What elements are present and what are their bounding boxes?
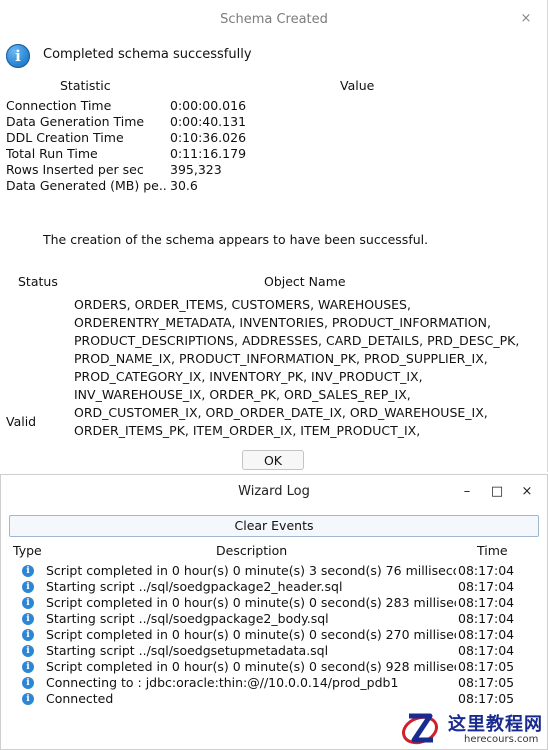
event-time: 08:17:04 [458, 611, 515, 626]
object-name-header: Object Name [264, 274, 346, 289]
stat-row: DDL Creation Time 0:10:36.026 [6, 130, 246, 146]
maximize-icon[interactable]: □ [489, 484, 505, 500]
stat-value: 0:00:00.016 [170, 98, 247, 113]
info-icon: i [22, 693, 34, 705]
object-name-line: ORDERENTRY_METADATA, INVENTORIES, PRODUC… [74, 315, 491, 330]
list-item[interactable]: i Connecting to : jdbc:oracle:thin:@//10… [9, 675, 539, 691]
stat-row: Data Generation Time 0:00:40.131 [6, 114, 246, 130]
stat-name: Connection Time [6, 98, 112, 113]
info-icon: i [22, 597, 34, 609]
list-item[interactable]: i Script completed in 0 hour(s) 0 minute… [9, 627, 539, 643]
statistic-header: Statistic [60, 78, 111, 93]
event-time: 08:17:05 [458, 675, 515, 690]
watermark-title: 这里教程网 [448, 714, 543, 735]
info-icon: i [22, 629, 34, 641]
status-header: Status [18, 274, 58, 289]
event-time: 08:17:04 [458, 627, 515, 642]
event-time: 08:17:04 [458, 643, 515, 658]
stat-row: Connection Time 0:00:00.016 [6, 98, 246, 114]
event-description: Starting script ../sql/soedgsetupmetadat… [46, 643, 329, 658]
info-icon: i [22, 677, 34, 689]
list-item[interactable]: i Script completed in 0 hour(s) 0 minute… [9, 659, 539, 675]
object-name-line: PROD_NAME_IX, PRODUCT_INFORMATION_PK, PR… [74, 351, 488, 366]
type-column-header[interactable]: Type [13, 543, 42, 558]
clear-events-button[interactable]: Clear Events [9, 515, 539, 537]
info-icon: i [22, 581, 34, 593]
event-time: 08:17:05 [458, 659, 515, 674]
stat-row: Rows Inserted per sec 395,323 [6, 162, 246, 178]
object-name-line: ORD_CUSTOMER_IX, ORD_ORDER_DATE_IX, ORD_… [74, 405, 488, 420]
stat-value: 0:10:36.026 [170, 130, 247, 145]
description-column-header[interactable]: Description [216, 543, 287, 558]
event-description: Connecting to : jdbc:oracle:thin:@//10.0… [46, 675, 399, 690]
event-description: Script completed in 0 hour(s) 0 minute(s… [46, 627, 456, 642]
time-column-header[interactable]: Time [477, 543, 508, 558]
info-icon: i [22, 613, 34, 625]
success-message: The creation of the schema appears to ha… [43, 232, 429, 247]
minimize-icon[interactable]: – [459, 484, 475, 500]
list-item[interactable]: i Starting script ../sql/soedgsetupmetad… [9, 643, 539, 659]
list-item[interactable]: i Starting script ../sql/soedgpackage2_h… [9, 579, 539, 595]
event-description: Script completed in 0 hour(s) 0 minute(s… [46, 659, 456, 674]
value-header: Value [340, 78, 375, 93]
close-icon[interactable]: × [519, 484, 535, 500]
list-item[interactable]: i Script completed in 0 hour(s) 0 minute… [9, 563, 539, 579]
event-description: Starting script ../sql/soedgpackage2_bod… [46, 611, 329, 626]
info-icon: i [22, 661, 34, 673]
stat-row: Data Generated (MB) pe... 30.6 [6, 178, 246, 194]
stat-value: 395,323 [170, 162, 222, 177]
stat-name: Rows Inserted per sec [6, 162, 144, 177]
object-name-line: ORDERS, ORDER_ITEMS, CUSTOMERS, WAREHOUS… [74, 297, 411, 312]
event-time: 08:17:05 [458, 691, 515, 706]
event-description: Starting script ../sql/soedgpackage2_hea… [46, 579, 343, 594]
event-time: 08:17:04 [458, 579, 515, 594]
info-icon: i [22, 645, 34, 657]
event-description: Script completed in 0 hour(s) 0 minute(s… [46, 563, 456, 578]
stat-row: Total Run Time 0:11:16.179 [6, 146, 246, 162]
stat-value: 0:00:40.131 [170, 114, 247, 129]
list-item[interactable]: i Starting script ../sql/soedgpackage2_b… [9, 611, 539, 627]
info-icon: i [22, 565, 34, 577]
schema-created-dialog: Schema Created × i Completed schema succ… [0, 0, 548, 472]
stat-value: 30.6 [170, 178, 198, 193]
stat-name: Total Run Time [6, 146, 98, 161]
event-time: 08:17:04 [458, 563, 515, 578]
info-icon: i [6, 44, 30, 68]
completion-message: Completed schema successfully [43, 47, 252, 62]
list-item[interactable]: i Script completed in 0 hour(s) 0 minute… [9, 595, 539, 611]
ok-button[interactable]: OK [242, 450, 304, 470]
stat-value: 0:11:16.179 [170, 146, 247, 161]
event-description: Script completed in 0 hour(s) 0 minute(s… [46, 595, 456, 610]
object-name-line: PRODUCT_DESCRIPTIONS, ADDRESSES, CARD_DE… [74, 333, 520, 348]
watermark-logo-icon [402, 713, 438, 745]
object-name-line: PROD_CATEGORY_IX, INVENTORY_PK, INV_PROD… [74, 369, 423, 384]
dialog-title: Schema Created [220, 12, 328, 27]
object-name-line: ORDER_ITEMS_PK, ITEM_ORDER_IX, ITEM_PROD… [74, 423, 421, 438]
watermark: 这里教程网 herecours.com [400, 706, 548, 750]
close-icon[interactable]: × [519, 12, 533, 26]
stat-name: Data Generation Time [6, 114, 145, 129]
stat-name: Data Generated (MB) pe... [6, 178, 166, 193]
event-description: Connected [46, 691, 114, 706]
object-name-line: INV_WAREHOUSE_IX, ORDER_PK, ORD_SALES_RE… [74, 387, 411, 402]
event-time: 08:17:04 [458, 595, 515, 610]
stat-name: DDL Creation Time [6, 130, 124, 145]
status-valid: Valid [6, 414, 37, 429]
watermark-url: herecours.com [464, 734, 539, 745]
list-item[interactable]: i Connected 08:17:05 [9, 691, 539, 707]
